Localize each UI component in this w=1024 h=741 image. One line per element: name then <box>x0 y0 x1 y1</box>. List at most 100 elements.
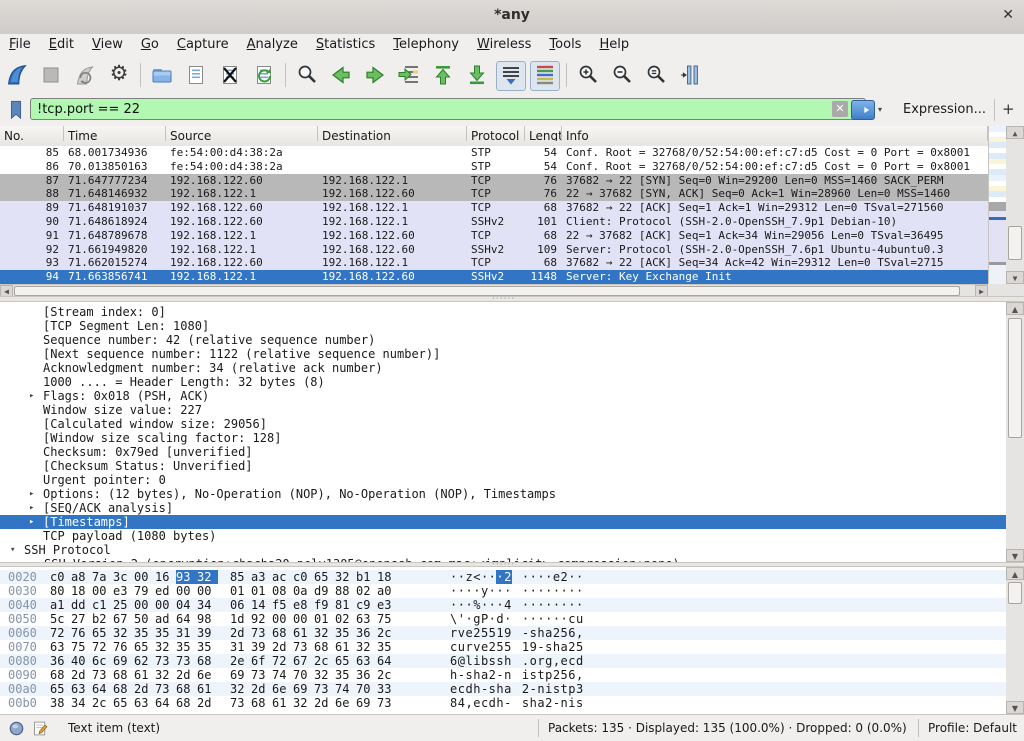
expression-button[interactable]: Expression... <box>903 102 986 117</box>
hex-byte[interactable]: e3 <box>113 584 134 598</box>
hex-byte[interactable]: 73 <box>251 668 272 682</box>
hex-byte[interactable]: 00 <box>155 598 176 612</box>
hex-byte[interactable]: 08 <box>272 584 293 598</box>
hex-byte[interactable]: 65 <box>314 570 335 584</box>
hex-byte[interactable]: 2d <box>134 682 155 696</box>
find-packet-icon[interactable] <box>292 61 322 91</box>
restart-capture-icon[interactable] <box>70 61 100 91</box>
hex-byte[interactable]: 32 <box>314 626 335 640</box>
menu-tools[interactable]: Tools <box>540 34 590 58</box>
hex-byte[interactable]: 61 <box>272 696 293 710</box>
hex-byte[interactable]: 73 <box>176 654 197 668</box>
details-line-7[interactable]: Window size value: 227 <box>0 403 1024 417</box>
hex-byte[interactable]: a0 <box>377 584 398 598</box>
hex-row-0060[interactable]: 006072766532353531392d7368613235362crve2… <box>0 626 1024 640</box>
hex-byte[interactable]: 76 <box>113 640 134 654</box>
hex-byte[interactable]: 39 <box>197 626 218 640</box>
hex-byte[interactable]: 68 <box>176 696 197 710</box>
details-line-6[interactable]: ▸Flags: 0x018 (PSH, ACK) <box>0 389 1024 403</box>
hex-byte[interactable]: c0 <box>50 570 71 584</box>
hex-byte[interactable]: 2d <box>197 696 218 710</box>
hex-byte[interactable]: 40 <box>71 654 92 668</box>
hex-byte[interactable]: 73 <box>251 626 272 640</box>
hex-byte[interactable]: 2c <box>377 668 398 682</box>
hex-byte[interactable]: 6f <box>251 654 272 668</box>
hex-row-00b0[interactable]: 00b038342c656364682d736861322d6e697384,e… <box>0 696 1024 710</box>
hex-byte[interactable]: 35 <box>335 626 356 640</box>
hex-byte[interactable]: 64 <box>92 682 113 696</box>
details-line-15[interactable]: ▸[Timestamps] <box>0 515 1024 529</box>
hex-byte[interactable]: 00 <box>92 584 113 598</box>
hex-vscrollbar[interactable]: ▲▼ <box>1006 567 1024 714</box>
hex-byte[interactable]: e3 <box>377 598 398 612</box>
hex-byte[interactable]: 31 <box>176 626 197 640</box>
hex-byte[interactable]: 18 <box>71 584 92 598</box>
resize-columns-icon[interactable] <box>675 61 705 91</box>
hex-byte[interactable]: 65 <box>134 640 155 654</box>
column-header-source[interactable]: Source <box>166 126 318 141</box>
hex-byte[interactable]: 32 <box>356 640 377 654</box>
hex-byte[interactable]: 64 <box>176 612 197 626</box>
packet-row-91[interactable]: 9171.648789678192.168.122.1192.168.122.6… <box>0 229 988 243</box>
stop-capture-icon[interactable] <box>36 61 66 91</box>
hex-row-0020[interactable]: 0020c0a87a3c0016933285a3acc06532b118··z<… <box>0 570 1024 584</box>
hex-byte[interactable]: 63 <box>134 696 155 710</box>
hex-byte[interactable]: 63 <box>356 654 377 668</box>
hex-byte[interactable]: 01 <box>230 584 251 598</box>
hex-byte[interactable]: 35 <box>377 640 398 654</box>
filter-clear-icon[interactable]: ✕ <box>832 101 848 117</box>
packet-row-89[interactable]: 8971.648191037192.168.122.60192.168.122.… <box>0 201 988 215</box>
hex-byte[interactable]: 25 <box>113 598 134 612</box>
hex-byte[interactable]: 68 <box>197 654 218 668</box>
hex-byte[interactable]: 65 <box>92 626 113 640</box>
hex-byte[interactable]: 00 <box>197 584 218 598</box>
hex-byte[interactable]: 2c <box>92 696 113 710</box>
hex-byte[interactable]: 50 <box>134 612 155 626</box>
colorize-icon[interactable] <box>530 61 560 91</box>
details-line-8[interactable]: [Calculated window size: 29056] <box>0 417 1024 431</box>
hex-byte[interactable]: 75 <box>71 640 92 654</box>
hex-byte[interactable]: 70 <box>293 668 314 682</box>
packet-row-87[interactable]: 8771.647777234192.168.122.60192.168.122.… <box>0 174 988 188</box>
packet-row-93[interactable]: 9371.662015274192.168.122.60192.168.122.… <box>0 256 988 270</box>
hex-byte[interactable]: 65 <box>335 654 356 668</box>
hex-byte[interactable]: 73 <box>155 682 176 696</box>
details-line-4[interactable]: Acknowledgment number: 34 (relative ack … <box>0 361 1024 375</box>
hex-byte[interactable]: 68 <box>251 696 272 710</box>
hex-byte[interactable]: 67 <box>293 654 314 668</box>
menu-statistics[interactable]: Statistics <box>307 34 384 58</box>
hex-byte[interactable]: 27 <box>71 612 92 626</box>
hex-byte[interactable]: 16 <box>155 570 176 584</box>
hex-byte[interactable]: 61 <box>335 640 356 654</box>
menu-telephony[interactable]: Telephony <box>384 34 468 58</box>
hex-byte[interactable]: ad <box>155 612 176 626</box>
expert-info-icon[interactable] <box>8 720 25 737</box>
hex-byte[interactable]: 00 <box>176 584 197 598</box>
details-line-12[interactable]: Urgent pointer: 0 <box>0 473 1024 487</box>
hex-row-00a0[interactable]: 00a0656364682d736861322d6e6973747033ecdh… <box>0 682 1024 696</box>
hex-byte[interactable]: 68 <box>272 626 293 640</box>
hex-byte[interactable]: 73 <box>230 696 251 710</box>
hex-byte[interactable]: 70 <box>356 682 377 696</box>
hex-byte[interactable]: f5 <box>272 598 293 612</box>
menu-capture[interactable]: Capture <box>168 34 238 58</box>
hex-byte[interactable]: 65 <box>50 682 71 696</box>
open-file-icon[interactable] <box>147 61 177 91</box>
hex-byte[interactable]: d9 <box>314 584 335 598</box>
hex-byte[interactable]: 32 <box>113 626 134 640</box>
packet-list-minimap[interactable] <box>988 126 1006 284</box>
hex-byte[interactable]: a3 <box>251 570 272 584</box>
hex-byte[interactable]: 92 <box>251 612 272 626</box>
hex-byte[interactable]: 73 <box>293 640 314 654</box>
hex-byte[interactable]: e8 <box>293 598 314 612</box>
go-forward-icon[interactable] <box>360 61 390 91</box>
column-header-destination[interactable]: Destination <box>318 126 467 141</box>
menu-help[interactable]: Help <box>590 34 638 58</box>
close-file-icon[interactable] <box>215 61 245 91</box>
details-line-1[interactable]: [TCP Segment Len: 1080] <box>0 319 1024 333</box>
hex-byte[interactable]: 2d <box>71 668 92 682</box>
hex-byte[interactable]: 93 <box>176 570 197 584</box>
hex-byte[interactable]: 5c <box>50 612 71 626</box>
hex-byte[interactable]: 35 <box>197 640 218 654</box>
go-bottom-icon[interactable] <box>462 61 492 91</box>
